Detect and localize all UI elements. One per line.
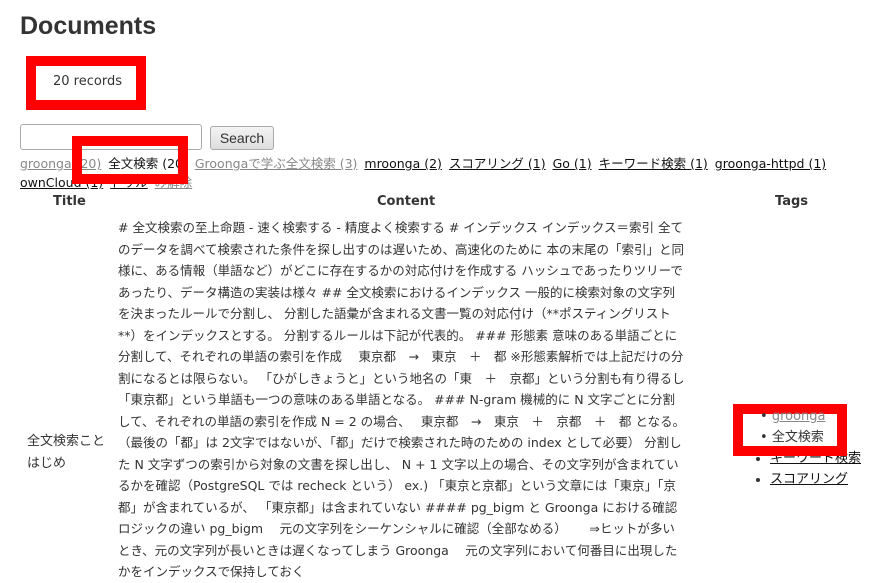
annotation-box (26, 56, 146, 110)
tag-link[interactable]: スコアリング (770, 472, 848, 487)
page-title: Documents (20, 12, 157, 40)
search-button[interactable]: Search (210, 126, 274, 150)
tag-filter-go[interactable]: Go (1) (553, 156, 592, 171)
tag-link[interactable]: groonga (772, 409, 826, 424)
row-title: 全文検索ことはじめ (27, 434, 106, 471)
annotation-box-contents: • groonga • 全文検索 (760, 409, 826, 445)
tag-filter-groonga-book[interactable]: Groongaで学ぶ全文検索 (3) (195, 156, 358, 171)
tag-current: 全文検索 (771, 430, 824, 445)
column-header-content: Content (377, 194, 436, 209)
tag-filter-groonga-httpd[interactable]: groonga-httpd (1) (715, 156, 826, 171)
tag-filter-scoring[interactable]: スコアリング (1) (449, 156, 546, 171)
tag-item: スコアリング (770, 469, 870, 490)
tag-filter-keyword-search[interactable]: キーワード検索 (1) (599, 156, 708, 171)
column-header-title: Title (53, 194, 86, 209)
column-header-tags: Tags (775, 194, 809, 209)
annotation-box (72, 136, 188, 184)
row-content: # 全文検索の至上命題 - 速く検索する - 精度よく検索する # インデックス… (118, 220, 685, 579)
tag-filter-mroonga[interactable]: mroonga (2) (364, 156, 442, 171)
